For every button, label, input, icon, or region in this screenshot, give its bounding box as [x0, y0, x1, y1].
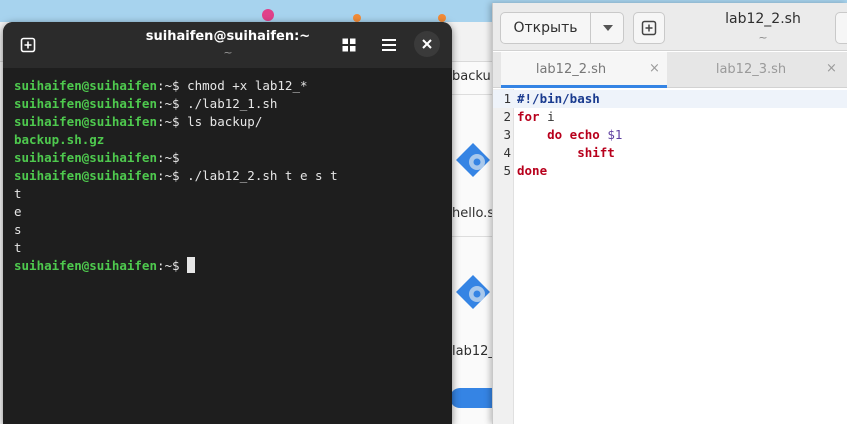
new-tab-icon [641, 20, 657, 36]
line-number: 4 [503, 145, 511, 160]
new-document-button[interactable] [633, 12, 665, 44]
output-text: t [14, 186, 22, 201]
main-menu-button[interactable] [372, 28, 406, 62]
grid-icon [342, 38, 356, 52]
document-title: lab12_2.sh [725, 11, 801, 27]
document-path: ~ [758, 31, 768, 44]
output-text: e [14, 204, 22, 219]
code-text: shift [517, 144, 615, 162]
prompt-user: suihaifen@suihaifen [14, 150, 157, 165]
code-token: for [517, 109, 540, 124]
code-text: for i [517, 108, 555, 126]
prompt-user: suihaifen@suihaifen [14, 168, 157, 183]
code-line[interactable]: 3 do echo $1 [493, 126, 847, 144]
terminal-line: suihaifen@suihaifen:~$ [14, 149, 444, 167]
line-number: 5 [503, 163, 511, 178]
editor-tab-bar: lab12_2.sh × lab12_3.sh × [493, 52, 847, 88]
command-text: chmod +x lab12_* [179, 78, 308, 93]
terminal-line: s [14, 221, 444, 239]
code-text: do echo $1 [517, 126, 622, 144]
code-text: done [517, 162, 547, 180]
code-line[interactable]: 5 done [493, 162, 847, 180]
code-token: #!/bin/bash [517, 91, 600, 106]
terminal-line: e [14, 203, 444, 221]
code-token: shift [517, 145, 615, 160]
terminal-line: suihaifen@suihaifen:~$ ./lab12_1.sh [14, 95, 444, 113]
code-token: $1 [599, 127, 623, 142]
code-line[interactable]: 1 #!/bin/bash [493, 90, 847, 108]
terminal-header-bar[interactable]: suihaifen@suihaifen:~ ~ [3, 22, 452, 68]
new-tab-icon [20, 37, 36, 53]
prompt-separator: :~$ [157, 96, 180, 111]
close-window-button[interactable] [414, 31, 440, 57]
close-icon [422, 39, 432, 49]
line-number: 1 [503, 91, 511, 106]
prompt-user: suihaifen@suihaifen [14, 96, 157, 111]
code-line[interactable]: 2 for i [493, 108, 847, 126]
command-text: ls backup/ [179, 114, 263, 129]
text-editor-window[interactable]: Открыть lab12_2.sh ~ lab12_2.sh × lab12_… [492, 3, 847, 424]
output-text: s [14, 222, 22, 237]
terminal-line: suihaifen@suihaifen:~$ [14, 257, 444, 275]
terminal-line: backup.sh.gz [14, 131, 444, 149]
output-text: t [14, 240, 22, 255]
terminal-line: t [14, 185, 444, 203]
tab-overview-button[interactable] [332, 28, 366, 62]
prompt-user: suihaifen@suihaifen [14, 258, 157, 273]
command-text: ./lab12_1.sh [179, 96, 278, 111]
line-number: 3 [503, 127, 511, 142]
terminal-line: suihaifen@suihaifen:~$ chmod +x lab12_* [14, 77, 444, 95]
file-name-backup[interactable]: backu [452, 69, 491, 84]
tab-lab12-2[interactable]: lab12_2.sh × [501, 52, 667, 88]
terminal-line: suihaifen@suihaifen:~$ ./lab12_2.sh t e … [14, 167, 444, 185]
close-tab-icon[interactable]: × [826, 61, 837, 76]
code-token: do echo [517, 127, 600, 142]
chevron-down-icon [602, 25, 613, 31]
terminal-line: suihaifen@suihaifen:~$ ls backup/ [14, 113, 444, 131]
prompt-separator: :~$ [157, 150, 180, 165]
hamburger-menu-icon [382, 39, 396, 51]
script-file-icon[interactable] [455, 274, 491, 310]
prompt-separator: :~$ [157, 114, 180, 129]
tab-label: lab12_2.sh [535, 62, 607, 77]
prompt-separator: :~$ [157, 168, 180, 183]
desktop-decoration [353, 14, 361, 22]
command-text [180, 258, 188, 273]
terminal-window[interactable]: suihaifen@suihaifen:~ ~ suihaifen@suihai… [3, 22, 452, 424]
close-tab-icon[interactable]: × [649, 61, 660, 76]
command-text: ./lab12_2.sh t e s t [179, 168, 338, 183]
file-name-hello[interactable]: hello.s [452, 206, 494, 221]
script-file-icon[interactable] [455, 142, 491, 178]
prompt-user: suihaifen@suihaifen [14, 114, 157, 129]
terminal-cursor [187, 257, 196, 273]
code-token: i [539, 109, 555, 124]
terminal-line: t [14, 239, 444, 257]
output-filename: backup.sh.gz [14, 132, 105, 147]
editor-header-bar[interactable]: Открыть lab12_2.sh ~ [493, 3, 847, 51]
desktop-decoration [262, 9, 274, 21]
open-file-split-button[interactable]: Открыть [500, 12, 624, 44]
open-button[interactable]: Открыть [501, 13, 590, 43]
code-line[interactable]: 4 shift [493, 144, 847, 162]
terminal-title: suihaifen@suihaifen:~ [145, 29, 311, 44]
code-token: done [517, 163, 548, 178]
terminal-output[interactable]: suihaifen@suihaifen:~$ chmod +x lab12_* s… [14, 77, 444, 275]
folder-shape [450, 388, 495, 408]
recent-files-dropdown[interactable] [591, 13, 624, 43]
terminal-subtitle: ~ [223, 46, 233, 59]
save-button[interactable] [835, 12, 847, 44]
tab-label: lab12_3.sh [715, 62, 787, 77]
desktop-decoration [438, 14, 446, 22]
code-text: #!/bin/bash [517, 90, 600, 108]
prompt-user: suihaifen@suihaifen [14, 78, 157, 93]
code-editor-area[interactable]: 1 #!/bin/bash 2 for i3 do echo $1 4 shift 5 do… [493, 90, 847, 180]
prompt-separator: :~$ [157, 258, 180, 273]
prompt-separator: :~$ [157, 78, 180, 93]
tab-lab12-3[interactable]: lab12_3.sh × [671, 52, 847, 88]
line-number: 2 [503, 109, 511, 124]
new-tab-button[interactable] [11, 28, 45, 62]
